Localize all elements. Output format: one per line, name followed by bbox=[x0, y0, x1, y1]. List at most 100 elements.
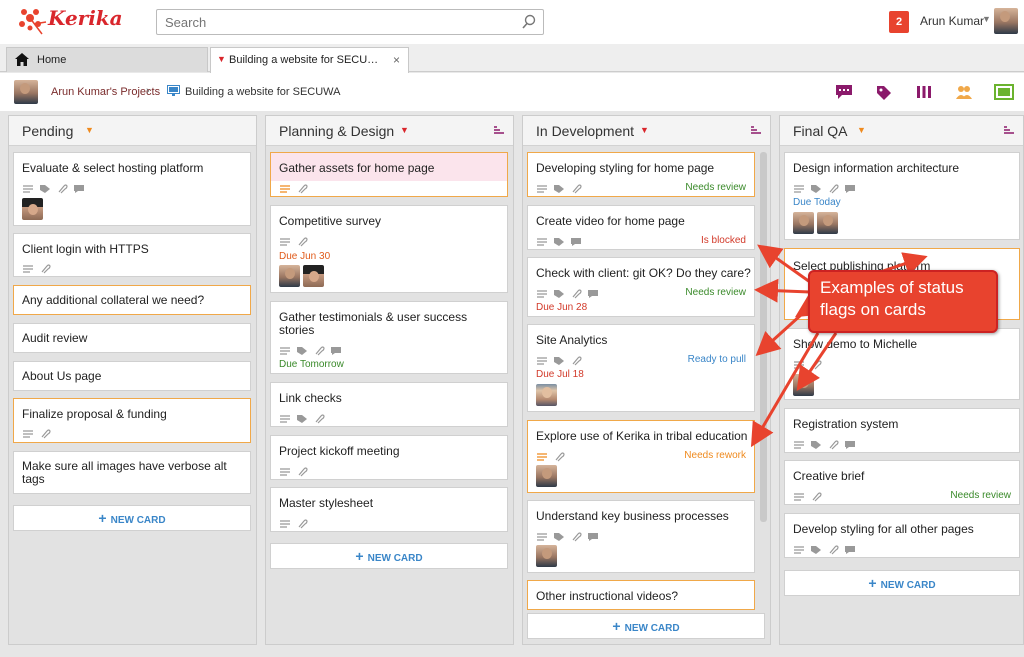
card[interactable]: Evaluate & select hosting platform bbox=[13, 152, 251, 226]
attachment-icon bbox=[296, 183, 308, 194]
card[interactable]: Gather testimonials & user success stori… bbox=[270, 301, 508, 374]
card-icons bbox=[22, 263, 51, 274]
card[interactable]: Other instructional videos? bbox=[527, 580, 755, 610]
avatar[interactable] bbox=[536, 384, 557, 406]
column-menu-caret-icon[interactable]: ▼ bbox=[857, 125, 866, 135]
user-name[interactable]: Arun Kumar bbox=[920, 14, 984, 28]
column-title[interactable]: Planning & Design bbox=[279, 123, 394, 139]
column-title[interactable]: In Development bbox=[536, 123, 634, 139]
sort-icon[interactable] bbox=[750, 125, 762, 135]
card-title: Finalize proposal & funding bbox=[22, 407, 167, 421]
description-icon bbox=[279, 518, 291, 528]
chat-icon[interactable] bbox=[835, 84, 853, 100]
tag-icon[interactable] bbox=[875, 84, 893, 100]
card[interactable]: Design information architecture Due Toda… bbox=[784, 152, 1020, 240]
card[interactable]: Project kickoff meeting bbox=[270, 435, 508, 480]
column-title[interactable]: Pending bbox=[22, 123, 73, 139]
chat-icon bbox=[570, 236, 582, 246]
search-box[interactable] bbox=[156, 9, 544, 35]
column-scrollbar[interactable] bbox=[760, 152, 767, 522]
column-planning-design: Planning & Design ▼ Gather assets for ho… bbox=[265, 115, 514, 645]
description-icon bbox=[793, 183, 805, 193]
card[interactable]: About Us page bbox=[13, 361, 251, 391]
new-card-button[interactable]: + NEW CARD bbox=[784, 570, 1020, 596]
breadcrumb-projects-link[interactable]: Arun Kumar's Projects bbox=[51, 86, 160, 98]
sort-icon[interactable] bbox=[493, 125, 505, 135]
close-icon[interactable]: × bbox=[393, 53, 400, 67]
card[interactable]: Creative brief Needs review bbox=[784, 460, 1020, 505]
card[interactable]: Audit review bbox=[13, 323, 251, 353]
status-flag: Needs rework bbox=[684, 450, 746, 461]
tag-icon bbox=[553, 355, 565, 365]
card[interactable]: Link checks bbox=[270, 382, 508, 427]
column-header[interactable]: Pending ▼ bbox=[9, 116, 256, 146]
fullscreen-icon[interactable] bbox=[994, 84, 1014, 100]
card-icons bbox=[279, 345, 342, 356]
card[interactable]: Client login with HTTPS bbox=[13, 233, 251, 277]
description-icon bbox=[279, 345, 291, 355]
card[interactable]: Developing styling for home page Needs r… bbox=[527, 152, 755, 197]
user-avatar[interactable] bbox=[994, 8, 1018, 34]
tab-dropdown-icon[interactable]: ▼ bbox=[217, 54, 226, 64]
card[interactable]: Finalize proposal & funding bbox=[13, 398, 251, 443]
new-card-label: NEW CARD bbox=[110, 515, 166, 526]
description-icon bbox=[793, 544, 805, 554]
sort-icon[interactable] bbox=[1003, 125, 1015, 135]
tag-icon bbox=[810, 439, 822, 449]
column-menu-caret-icon[interactable]: ▼ bbox=[85, 125, 94, 135]
column-header[interactable]: Final QA ▼ bbox=[780, 116, 1023, 146]
search-input[interactable] bbox=[157, 10, 497, 34]
avatar[interactable] bbox=[279, 265, 300, 287]
description-icon bbox=[22, 263, 34, 273]
new-card-button[interactable]: + NEW CARD bbox=[13, 505, 251, 531]
column-title[interactable]: Final QA bbox=[793, 123, 847, 139]
columns-icon[interactable] bbox=[915, 84, 933, 100]
new-card-button[interactable]: + NEW CARD bbox=[527, 613, 765, 639]
app-name[interactable]: Kerika bbox=[48, 6, 123, 30]
card[interactable]: Explore use of Kerika in tribal educatio… bbox=[527, 420, 755, 493]
card[interactable]: Master stylesheet bbox=[270, 487, 508, 532]
card[interactable]: Understand key business processes bbox=[527, 500, 755, 573]
attachment-icon bbox=[296, 236, 308, 247]
avatar[interactable] bbox=[536, 465, 557, 487]
card[interactable]: Make sure all images have verbose alt ta… bbox=[13, 451, 251, 494]
tag-icon bbox=[39, 183, 51, 193]
avatar[interactable] bbox=[817, 212, 838, 234]
column-menu-caret-icon[interactable]: ▼ bbox=[400, 125, 409, 135]
card[interactable]: Any additional collateral we need? bbox=[13, 285, 251, 315]
plus-icon: + bbox=[868, 575, 877, 591]
status-flag: Needs review bbox=[685, 287, 746, 298]
card[interactable]: Site Analytics Ready to pull Due Jul 18 bbox=[527, 324, 755, 412]
description-icon bbox=[793, 439, 805, 449]
description-icon bbox=[536, 288, 548, 298]
column-menu-caret-icon[interactable]: ▼ bbox=[640, 125, 649, 135]
card[interactable]: Gather assets for home page bbox=[270, 152, 508, 197]
avatar[interactable] bbox=[303, 265, 324, 287]
avatar[interactable] bbox=[793, 212, 814, 234]
card-assignees bbox=[536, 545, 557, 567]
avatar[interactable] bbox=[793, 374, 814, 396]
card[interactable]: Registration system bbox=[784, 408, 1020, 453]
card[interactable]: Competitive survey Due Jun 30 bbox=[270, 205, 508, 293]
tab-home-label: Home bbox=[37, 54, 67, 66]
tab-project[interactable]: ▼ Building a website for SECU… × bbox=[210, 47, 409, 73]
search-icon[interactable] bbox=[521, 14, 537, 30]
avatar[interactable] bbox=[536, 545, 557, 567]
new-card-label: NEW CARD bbox=[880, 580, 936, 591]
user-menu-caret-icon[interactable]: ▼ bbox=[982, 14, 991, 24]
card[interactable]: Create video for home page Is blocked bbox=[527, 205, 755, 250]
team-icon[interactable] bbox=[955, 84, 973, 100]
card-title: Evaluate & select hosting platform bbox=[22, 161, 204, 175]
card[interactable]: Show demo to Michelle bbox=[784, 328, 1020, 400]
owner-avatar[interactable] bbox=[14, 80, 38, 104]
new-card-button[interactable]: + NEW CARD bbox=[270, 543, 508, 569]
avatar[interactable] bbox=[22, 198, 43, 220]
notification-badge[interactable]: 2 bbox=[889, 11, 909, 33]
chat-icon bbox=[844, 439, 856, 449]
column-header[interactable]: Planning & Design ▼ bbox=[266, 116, 513, 146]
card[interactable]: Develop styling for all other pages bbox=[784, 513, 1020, 558]
tab-home[interactable]: Home bbox=[6, 47, 208, 72]
card[interactable]: Check with client: git OK? Do they care?… bbox=[527, 257, 755, 317]
card-assignees bbox=[793, 212, 838, 234]
column-header[interactable]: In Development ▼ bbox=[523, 116, 770, 146]
